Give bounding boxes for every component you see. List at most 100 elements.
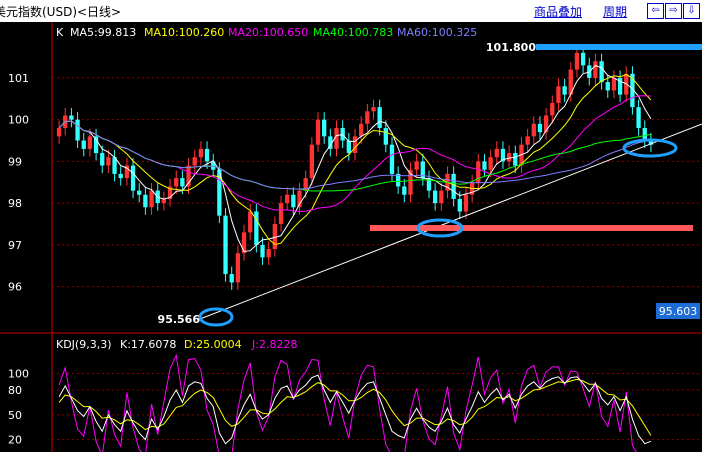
candle-body [223, 215, 228, 275]
candle-body [611, 77, 617, 91]
candle-body [531, 123, 536, 137]
candle-body [457, 198, 462, 212]
kdj-legend-d: D:25.0004 [184, 338, 242, 351]
legend-ma60: MA60:100.325 [397, 26, 477, 39]
chart-title: 美元指数(USD)<日线> [0, 5, 122, 19]
y-tick-label: 97 [8, 239, 22, 252]
candle-body [161, 198, 167, 204]
candle-body [291, 194, 296, 208]
nav-down-icon[interactable]: ⇩ [683, 3, 700, 19]
candle-body [198, 148, 204, 158]
candle-body [322, 119, 327, 137]
candle-body [414, 161, 419, 170]
candle-body [389, 144, 395, 174]
candle-body [229, 274, 234, 283]
candle-body [100, 153, 105, 166]
candle-body [377, 107, 382, 128]
candle-body [69, 115, 74, 120]
candle-body [580, 52, 586, 66]
candle-body [192, 157, 197, 166]
candle-body [149, 190, 154, 208]
candle-body [248, 211, 253, 233]
candle-body [439, 190, 444, 204]
candle-body [550, 102, 555, 116]
kdj-tick-label: 80 [8, 384, 22, 397]
kdj-legend-k: K:17.6078 [120, 338, 176, 351]
ma-legend: K MA5:99.813 MA10:100.260 MA20:100.650 M… [56, 26, 477, 39]
legend-ma20: MA20:100.650 [228, 26, 308, 39]
kdj-grid: 20 50 80 100 [8, 368, 702, 447]
legend-ma40: MA40:100.783 [313, 26, 393, 39]
candle-body [346, 140, 351, 154]
kdj_d-line [58, 378, 652, 436]
candle-body [180, 178, 185, 187]
chart-area: 96979899100101 205080100 101.800 95.566 … [0, 22, 702, 452]
candle-body [93, 136, 99, 154]
candles [56, 45, 654, 290]
nav-right-icon[interactable]: ⇨ [665, 3, 682, 19]
title-bar: 美元指数(USD)<日线> 商品叠加 周期 ⇦ ⇨ ⇩ [0, 0, 702, 22]
candle-body [365, 111, 370, 124]
candle-body [106, 157, 111, 166]
candle-body [482, 161, 487, 170]
candle-body [309, 144, 315, 179]
candle-body [537, 123, 543, 133]
candle-body [352, 136, 358, 154]
y-tick-label: 98 [8, 197, 22, 210]
candle-body [130, 165, 136, 191]
candle-body [636, 107, 641, 128]
y-tick-label: 96 [8, 281, 22, 294]
y-tick-label: 101 [8, 72, 29, 85]
candle-body [204, 148, 210, 162]
candle-body [432, 190, 438, 204]
low-label: 95.566 [158, 313, 201, 326]
nav-left-icon[interactable]: ⇦ [647, 3, 664, 19]
kdj-legend-name: KDJ(9,3,3) [56, 338, 112, 351]
candle-body [593, 61, 598, 78]
candle-body [118, 173, 123, 179]
candle-body [371, 107, 376, 112]
legend-k: K [56, 26, 64, 39]
candle-body [402, 186, 407, 195]
candle-body [605, 82, 610, 91]
candle-body [278, 203, 284, 224]
kdj-tick-label: 20 [8, 434, 22, 447]
candle-body [359, 123, 364, 137]
candle-body [87, 136, 93, 149]
candle-body [260, 244, 265, 258]
candle-body [315, 119, 321, 145]
goods-overlay-link[interactable]: 商品叠加 [534, 3, 582, 20]
candle-body [494, 148, 499, 158]
y-tick-label: 99 [8, 155, 22, 168]
kdj-legend: KDJ(9,3,3) K:17.6078 D:25.0004 J:2.8228 [56, 338, 297, 351]
candle-body [56, 128, 62, 137]
kdj_j-line [58, 353, 637, 452]
candle-body [562, 86, 567, 95]
period-link[interactable]: 周期 [603, 3, 627, 20]
candle-body [235, 253, 241, 283]
candle-body [241, 232, 247, 254]
candle-body [451, 173, 456, 199]
candle-body [463, 194, 469, 212]
candle-body [383, 128, 388, 145]
candle-body [285, 194, 290, 204]
candle-body [143, 194, 148, 208]
candle-body [525, 136, 530, 145]
candle-body [556, 86, 561, 103]
candle-body [81, 140, 86, 149]
main-grid: 96 97 98 99 100 101 [8, 72, 702, 294]
candle-body [513, 153, 518, 166]
y-tick-label: 100 [8, 114, 29, 127]
candle-body [488, 157, 493, 170]
legend-ma10: MA10:100.260 [144, 26, 224, 39]
candle-body [75, 119, 80, 141]
candle-body [266, 249, 271, 258]
candle-body [574, 52, 580, 70]
kdj-tick-label: 100 [8, 368, 29, 381]
candle-body [599, 61, 604, 83]
legend-ma5: MA5:99.813 [70, 26, 136, 39]
kdj-lines [58, 353, 652, 452]
candle-body [137, 190, 142, 195]
last-price-label: 95.603 [659, 305, 698, 318]
high-label: 101.800 [486, 41, 536, 54]
